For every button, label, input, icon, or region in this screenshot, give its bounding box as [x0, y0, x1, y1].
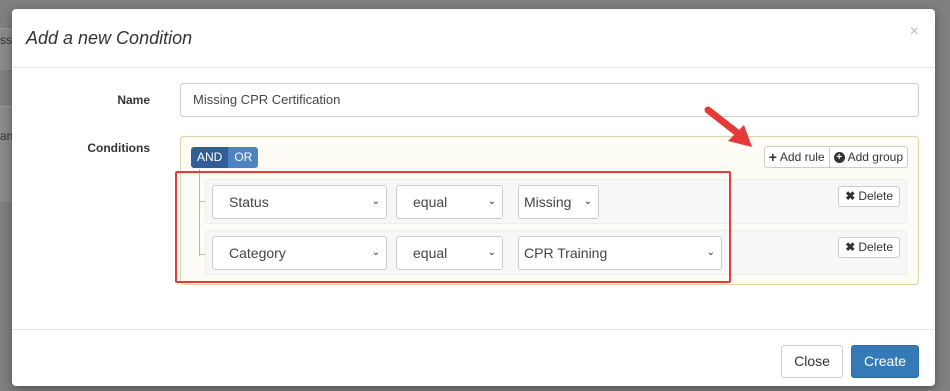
- and-or-toggle: AND OR: [191, 147, 259, 168]
- add-group-button[interactable]: + Add group: [829, 146, 908, 168]
- red-arrow-icon: [704, 106, 752, 147]
- create-button[interactable]: Create: [851, 345, 919, 378]
- or-button[interactable]: OR: [228, 147, 259, 168]
- conditions-label: Conditions: [87, 141, 150, 155]
- delete-rule-button[interactable]: ✖ Delete: [838, 186, 900, 207]
- add-rule-button[interactable]: + Add rule: [763, 146, 830, 168]
- group-actions: + Add rule + Add group: [763, 146, 908, 168]
- delete-rule-button[interactable]: ✖ Delete: [838, 237, 900, 258]
- modal-footer-divider: [12, 329, 935, 330]
- annotation-highlight-box: [175, 171, 731, 283]
- name-label: Name: [117, 93, 150, 107]
- delete-label: Delete: [858, 240, 893, 254]
- delete-label: Delete: [858, 189, 893, 203]
- close-button[interactable]: Close: [781, 345, 843, 378]
- modal-title: Add a new Condition: [26, 28, 193, 48]
- x-icon: ✖: [845, 189, 856, 203]
- plus-icon: +: [768, 149, 777, 165]
- x-icon: ✖: [845, 240, 856, 254]
- and-button[interactable]: AND: [191, 147, 229, 168]
- plus-circle-icon: +: [833, 151, 845, 163]
- add-rule-label: Add rule: [779, 150, 825, 164]
- close-icon[interactable]: ×: [910, 24, 919, 40]
- modal-header: Add a new Condition ×: [12, 9, 935, 68]
- name-input[interactable]: Missing CPR Certification: [180, 83, 919, 117]
- add-group-label: Add group: [847, 150, 903, 164]
